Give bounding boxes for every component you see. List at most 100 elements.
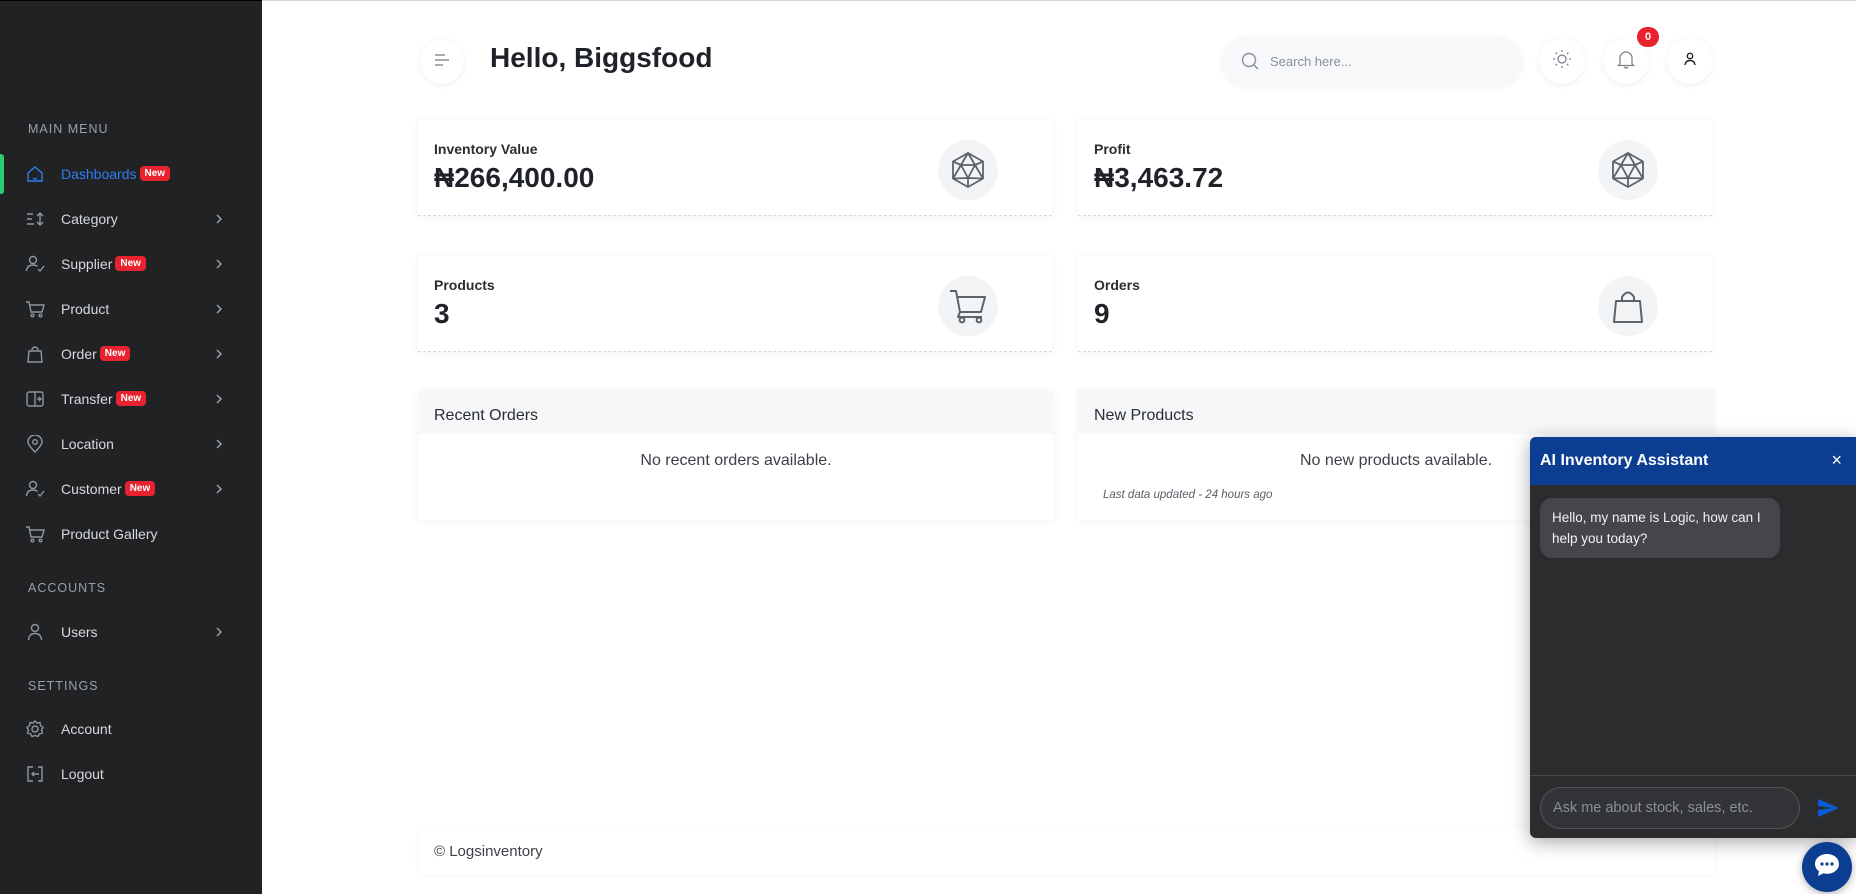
cart-icon [938, 276, 998, 336]
section-accounts: ACCOUNTS [28, 581, 107, 595]
sidebar-item-dashboards[interactable]: Dashboards New [0, 154, 262, 194]
stat-value: 9 [1094, 298, 1110, 329]
sidebar-item-label: Product [61, 301, 110, 317]
sidebar-item-users[interactable]: Users [0, 612, 262, 652]
section-main-menu: MAIN MENU [28, 122, 109, 136]
assistant-message: Hello, my name is Logic, how can I help … [1540, 498, 1780, 558]
sidebar-item-label: Logout [61, 766, 104, 782]
chat-input[interactable] [1540, 787, 1800, 829]
chevron-right-icon [214, 624, 224, 640]
stat-value: 3 [434, 298, 450, 329]
ai-chat-panel: AI Inventory Assistant × Hello, my name … [1530, 437, 1856, 838]
location-pin-icon [25, 434, 45, 453]
sidebar-item-label: Supplier [61, 255, 113, 272]
stat-card-orders: Orders 9 [1078, 256, 1712, 352]
cart-icon [25, 525, 45, 543]
chevron-right-icon [214, 301, 224, 317]
logout-icon [25, 765, 45, 783]
theme-toggle-button[interactable] [1539, 38, 1585, 84]
gear-icon [25, 720, 45, 738]
sidebar-item-label: Users [61, 624, 98, 640]
home-icon [25, 165, 45, 183]
copyright-text: © Logsinventory [434, 843, 543, 860]
sidebar-item-transfer[interactable]: Transfer New [0, 379, 262, 419]
chat-bubble-icon [1814, 853, 1840, 882]
user-icon [25, 623, 45, 641]
chevron-right-icon [214, 436, 224, 452]
hamburger-icon [434, 53, 450, 72]
sidebar-item-label: Customer [61, 480, 122, 497]
sidebar: MAIN MENU Dashboards New Category Supplie… [0, 0, 262, 894]
header-divider [262, 0, 1856, 1]
sidebar-item-label: Location [61, 436, 114, 452]
sidebar-item-product-gallery[interactable]: Product Gallery [0, 514, 262, 554]
sun-icon [1552, 49, 1572, 74]
new-badge: New [115, 256, 146, 272]
stat-label: Inventory Value [434, 141, 538, 157]
panel-title: New Products [1094, 407, 1194, 424]
stat-value: ₦266,400.00 [434, 162, 595, 193]
page-title: Hello, Biggsfood [490, 42, 713, 73]
new-badge: New [139, 166, 171, 182]
sidebar-item-account[interactable]: Account [0, 709, 262, 749]
search-icon [1240, 51, 1260, 71]
sidebar-item-label: Order [61, 345, 97, 362]
icosahedron-icon [938, 140, 998, 200]
bell-icon [1616, 49, 1636, 74]
stat-label: Orders [1094, 277, 1140, 293]
sidebar-item-customer[interactable]: Customer New [0, 469, 262, 509]
chevron-right-icon [214, 391, 224, 407]
sidebar-item-supplier[interactable]: Supplier New [0, 244, 262, 284]
sidebar-item-product[interactable]: Product [0, 289, 262, 329]
search-input[interactable] [1270, 49, 1500, 73]
chat-header: AI Inventory Assistant × [1530, 437, 1856, 485]
recent-orders-panel: Recent Orders No recent orders available… [418, 390, 1054, 520]
chevron-right-icon [214, 256, 224, 272]
sidebar-item-label: Dashboards [61, 165, 137, 182]
new-badge: New [115, 391, 147, 407]
stat-value: ₦3,463.72 [1094, 162, 1224, 193]
transfer-icon [25, 390, 45, 408]
panel-title: Recent Orders [434, 407, 539, 424]
user-icon [1683, 52, 1697, 71]
sidebar-item-label: Product Gallery [61, 526, 158, 542]
send-icon[interactable] [1816, 796, 1840, 820]
chevron-right-icon [214, 481, 224, 497]
sidebar-item-location[interactable]: Location [0, 424, 262, 464]
chat-launcher-button[interactable] [1802, 842, 1852, 892]
search-bar[interactable] [1222, 36, 1522, 86]
menu-toggle-button[interactable] [420, 40, 464, 84]
bag-icon [25, 345, 45, 363]
user-check-icon [25, 255, 45, 273]
section-settings: SETTINGS [28, 679, 99, 693]
chevron-right-icon [214, 346, 224, 362]
sidebar-item-label: Account [61, 721, 112, 737]
stat-card-inventory-value: Inventory Value ₦266,400.00 [418, 120, 1052, 216]
sidebar-item-logout[interactable]: Logout [0, 754, 262, 794]
close-icon[interactable]: × [1831, 450, 1842, 470]
stat-card-profit: Profit ₦3,463.72 [1078, 120, 1712, 216]
sidebar-item-label: Category [61, 211, 118, 227]
empty-state-text: No recent orders available. [640, 452, 832, 469]
chat-divider [1530, 775, 1856, 776]
sort-icon [25, 210, 45, 228]
profile-button[interactable] [1667, 38, 1713, 84]
user-check-icon [25, 480, 45, 498]
panel-header: New Products [1078, 390, 1714, 434]
icosahedron-icon [1598, 140, 1658, 200]
sidebar-item-label: Transfer [61, 390, 113, 407]
chat-title: AI Inventory Assistant [1540, 452, 1709, 469]
stat-label: Products [434, 277, 495, 293]
bag-icon [1598, 276, 1658, 336]
new-badge: New [124, 481, 156, 497]
last-updated-text: Last data updated - 24 hours ago [1103, 489, 1273, 501]
chevron-right-icon [214, 211, 224, 227]
sidebar-item-category[interactable]: Category [0, 199, 262, 239]
cart-icon [25, 300, 45, 318]
footer: © Logsinventory [420, 828, 1714, 874]
stat-card-products: Products 3 [418, 256, 1052, 352]
new-badge: New [99, 346, 131, 362]
sidebar-item-order[interactable]: Order New [0, 334, 262, 374]
stat-label: Profit [1094, 141, 1131, 157]
panel-header: Recent Orders [418, 390, 1054, 434]
